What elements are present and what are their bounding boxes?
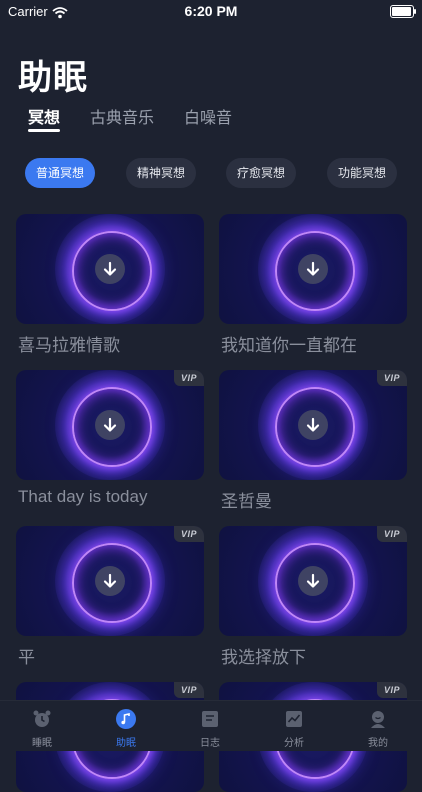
- vip-badge: VIP: [174, 682, 204, 698]
- tabbar-label: 日志: [200, 738, 220, 749]
- chip-healing-meditation[interactable]: 疗愈冥想: [226, 158, 296, 188]
- alarm-clock-icon: [32, 709, 52, 729]
- download-button[interactable]: [95, 566, 125, 596]
- vip-badge: VIP: [377, 526, 407, 542]
- track-card[interactable]: VIP: [16, 370, 204, 480]
- battery-icon: [390, 5, 416, 18]
- status-bar: Carrier 6:20 PM: [0, 0, 422, 22]
- tabbar-item-sleep-aid[interactable]: 助眠: [84, 701, 168, 751]
- chart-icon: [284, 709, 304, 729]
- vip-badge: VIP: [174, 370, 204, 386]
- track-card[interactable]: VIP: [219, 526, 407, 636]
- tab-white-noise[interactable]: 白噪音: [184, 104, 232, 128]
- download-button[interactable]: [298, 254, 328, 284]
- profile-icon: [368, 709, 388, 729]
- clock-time: 6:20 PM: [184, 3, 238, 19]
- track-title: 喜马拉雅情歌: [18, 336, 120, 356]
- track-card[interactable]: VIP: [219, 370, 407, 480]
- tab-active-indicator: [28, 129, 60, 132]
- track-title: 我知道你一直都在: [221, 336, 357, 356]
- journal-icon: [200, 709, 220, 729]
- track-title: 圣哲曼: [221, 492, 272, 512]
- download-button[interactable]: [95, 410, 125, 440]
- chip-normal-meditation[interactable]: 普通冥想: [25, 158, 95, 188]
- tabbar-label: 睡眠: [32, 738, 52, 749]
- track-title: 平: [18, 648, 35, 668]
- download-button[interactable]: [298, 410, 328, 440]
- bottom-tab-bar: 睡眠 助眠 日志 分析 我的: [0, 700, 422, 751]
- tabbar-item-sleep[interactable]: 睡眠: [0, 701, 84, 751]
- track-title: 我选择放下: [221, 648, 306, 668]
- tabbar-label: 助眠: [116, 738, 136, 749]
- chip-spiritual-meditation[interactable]: 精神冥想: [126, 158, 196, 188]
- music-note-icon: [116, 709, 136, 729]
- vip-badge: VIP: [377, 370, 407, 386]
- chip-functional-meditation[interactable]: 功能冥想: [327, 158, 397, 188]
- tabbar-item-journal[interactable]: 日志: [168, 701, 252, 751]
- download-button[interactable]: [298, 566, 328, 596]
- tab-classical-music[interactable]: 古典音乐: [90, 104, 154, 128]
- track-card[interactable]: [16, 214, 204, 324]
- track-card[interactable]: VIP: [16, 526, 204, 636]
- vip-badge: VIP: [377, 682, 407, 698]
- track-title: That day is today: [18, 487, 148, 506]
- tabbar-label: 我的: [368, 738, 388, 749]
- tabbar-label: 分析: [284, 738, 304, 749]
- track-card[interactable]: [219, 214, 407, 324]
- tabbar-item-analysis[interactable]: 分析: [252, 701, 336, 751]
- category-tabs: 冥想 古典音乐 白噪音: [0, 104, 422, 138]
- download-button[interactable]: [95, 254, 125, 284]
- tabbar-item-profile[interactable]: 我的: [336, 701, 420, 751]
- page-title: 助眠: [18, 58, 88, 98]
- vip-badge: VIP: [174, 526, 204, 542]
- tab-meditation[interactable]: 冥想: [28, 104, 60, 128]
